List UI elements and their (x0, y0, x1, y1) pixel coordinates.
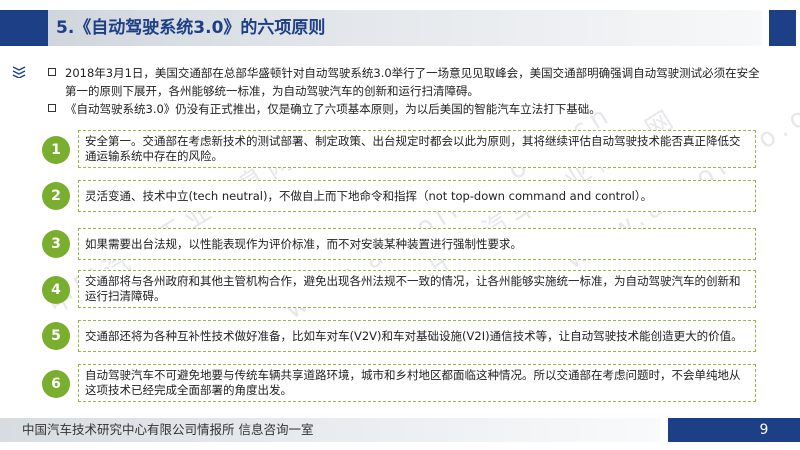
principle-text: 如果需要出台法规，以性能表现作为评价标准，而不对安装某种装置进行强制性要求。 (85, 236, 522, 251)
intro-text: 2018年3月1日，美国交通部在总部华盛顿针对自动驾驶系统3.0举行了一场意见见… (65, 66, 760, 98)
principle-text: 灵活变通、技术中立(tech neutral)，不做自上而下地命令和指挥（not… (85, 188, 653, 203)
stacked-lines-icon (12, 64, 26, 79)
principle-item: 灵活变通、技术中立(tech neutral)，不做自上而下地命令和指挥（not… (78, 180, 756, 212)
principle-item: 交通部还将为各种互补性技术做好准备，比如车对车(V2V)和车对基础设施(V2I)… (78, 320, 756, 352)
intro-text: 《自动驾驶系统3.0》仍没有正式推出，仅是确立了六项基本原则，为以后美国的智能汽… (65, 102, 601, 116)
principle-number-badge: 5 (42, 322, 70, 350)
principle-item: 安全第一。交通部在考虑新技术的测试部署、制定政策、出台规定时都会以此为原则，其将… (78, 130, 756, 168)
principle-number-badge: 1 (42, 136, 70, 164)
title-end-block (769, 10, 796, 46)
square-bullet-icon (48, 104, 56, 112)
principle-text: 自动驾驶汽车不可避免地要与传统车辆共享道路环境，城市和乡村地区都面临这种情况。所… (85, 368, 741, 397)
principle-number-badge: 4 (42, 276, 70, 304)
title-accent-block (0, 10, 48, 46)
intro-item: 《自动驾驶系统3.0》仍没有正式推出，仅是确立了六项基本原则，为以后美国的智能汽… (48, 100, 760, 118)
principle-item: 自动驾驶汽车不可避免地要与传统车辆共享道路环境，城市和乡村地区都面临这种情况。所… (78, 364, 756, 402)
footer-org: 中国汽车技术研究中心有限公司情报所 信息咨询一室 (22, 422, 314, 437)
page-number: 9 (759, 422, 769, 438)
principle-number-badge: 2 (42, 182, 70, 210)
intro-list: 2018年3月1日，美国交通部在总部华盛顿针对自动驾驶系统3.0举行了一场意见见… (48, 64, 760, 118)
square-bullet-icon (48, 68, 56, 76)
principle-text: 安全第一。交通部在考虑新技术的测试部署、制定政策、出台规定时都会以此为原则，其将… (85, 134, 741, 163)
principle-item: 如果需要出台法规，以性能表现作为评价标准，而不对安装某种装置进行强制性要求。 (78, 228, 756, 260)
principle-number-badge: 3 (42, 230, 70, 258)
intro-item: 2018年3月1日，美国交通部在总部华盛顿针对自动驾驶系统3.0举行了一场意见见… (48, 64, 760, 100)
principle-text: 交通部将与各州政府和其他主管机构合作，避免出现各州法规不一致的情况，让各州能够实… (85, 274, 741, 303)
principle-text: 交通部还将为各种互补性技术做好准备，比如车对车(V2V)和车对基础设施(V2I)… (85, 328, 743, 343)
page-title: 5.《自动驾驶系统3.0》的六项原则 (56, 18, 326, 38)
principle-number-badge: 6 (42, 370, 70, 398)
principle-item: 交通部将与各州政府和其他主管机构合作，避免出现各州法规不一致的情况，让各州能够实… (78, 270, 756, 308)
